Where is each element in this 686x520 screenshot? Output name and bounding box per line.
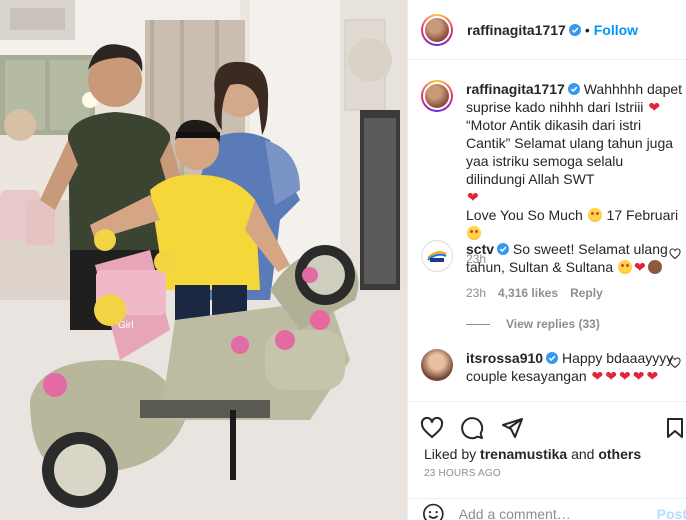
- heart-eyes-emoji-icon: [467, 226, 481, 240]
- share-button[interactable]: [496, 412, 528, 444]
- heart-emoji-icon: ❤: [467, 189, 479, 205]
- comment-time[interactable]: 23h: [466, 286, 486, 300]
- comments-list[interactable]: raffinagita1717 Wahhhhh dapet suprise ka…: [408, 61, 686, 401]
- post-side-panel: raffinagita1717 • Follow raffinagita1717…: [407, 0, 686, 520]
- action-icons: [416, 412, 528, 444]
- caption-username[interactable]: raffinagita1717: [466, 81, 565, 97]
- bookmark-icon: [667, 418, 683, 438]
- comment-like-heart-icon[interactable]: [669, 248, 681, 260]
- heart-emoji-icon: ❤: [632, 368, 645, 384]
- heart-emoji-icon: ❤: [634, 259, 646, 275]
- caption-avatar[interactable]: [421, 80, 453, 112]
- comment-button[interactable]: [456, 412, 488, 444]
- sctv-avatar[interactable]: [421, 240, 453, 272]
- heart-emoji-icon: ❤: [605, 368, 618, 384]
- author-avatar[interactable]: [421, 13, 453, 46]
- comment-meta: 23h 4,316 likes Reply: [466, 286, 683, 300]
- comment-item: sctv So sweet! Selamat ulang tahun, Sult…: [421, 240, 683, 300]
- heart-eyes-emoji-icon: [618, 260, 632, 274]
- comment-item: itsrossa910 Happy bdaaayyyy couple kesay…: [421, 349, 683, 385]
- comment-likes[interactable]: 4,316 likes: [498, 286, 558, 300]
- liked-by-others[interactable]: others: [598, 446, 641, 462]
- follow-button[interactable]: Follow: [594, 22, 638, 38]
- post-photo-image: Girl: [0, 0, 407, 520]
- liked-by-text: Liked by trenamustika and others: [424, 446, 641, 462]
- add-comment-bar: Post: [408, 498, 686, 520]
- reply-button[interactable]: Reply: [570, 286, 603, 300]
- header-separator: •: [584, 21, 590, 38]
- comment-text: sctv So sweet! Selamat ulang tahun, Sult…: [466, 240, 683, 276]
- heart-eyes-emoji-icon: [587, 208, 602, 222]
- view-replies-button[interactable]: View replies (33): [466, 317, 600, 331]
- heart-emoji-icon: ❤: [619, 368, 631, 384]
- liked-by-user[interactable]: trenamustika: [480, 446, 567, 462]
- save-button[interactable]: [659, 412, 686, 444]
- like-button[interactable]: [416, 412, 448, 444]
- post-photo[interactable]: Girl: [0, 0, 407, 520]
- liked-by-and: and: [571, 446, 595, 462]
- heart-emoji-icon: ❤: [646, 368, 659, 384]
- paper-plane-icon: [502, 418, 523, 438]
- post-header: raffinagita1717 • Follow: [408, 0, 686, 60]
- cake-emoji-icon: [647, 260, 662, 274]
- caption-line-4: Love You So Much: [466, 207, 583, 223]
- heart-icon: [420, 416, 444, 438]
- itsrossa-avatar[interactable]: [421, 349, 453, 381]
- sctv-logo-icon: [425, 244, 449, 268]
- heart-emoji-icon: ❤: [648, 99, 661, 115]
- verified-badge-icon: [497, 243, 510, 255]
- comment-input[interactable]: [458, 505, 639, 520]
- post-comment-button[interactable]: Post: [657, 506, 686, 520]
- caption-text: raffinagita1717 Wahhhhh dapet suprise ka…: [466, 80, 683, 242]
- comment-like-heart-icon[interactable]: [669, 357, 681, 369]
- comment-bubble-icon: [461, 417, 484, 440]
- emoji-smiley-icon[interactable]: [422, 502, 445, 520]
- caption: raffinagita1717 Wahhhhh dapet suprise ka…: [421, 80, 683, 266]
- verified-badge-icon: [567, 83, 580, 95]
- comment-username[interactable]: itsrossa910: [466, 350, 543, 366]
- caption-line-5: 17 Februari: [606, 207, 679, 223]
- comment-username[interactable]: sctv: [466, 241, 494, 257]
- view-replies-label: View replies (33): [506, 317, 600, 331]
- verified-badge-icon: [568, 23, 581, 36]
- verified-badge-icon: [546, 352, 559, 364]
- post-actions: Liked by trenamustika and others 23 HOUR…: [408, 401, 686, 520]
- author-username[interactable]: raffinagita1717: [467, 22, 566, 38]
- comment-text: itsrossa910 Happy bdaaayyyy couple kesay…: [466, 349, 683, 385]
- post-timestamp[interactable]: 23 HOURS AGO: [424, 468, 501, 479]
- view-replies-line: [466, 323, 490, 325]
- liked-by-prefix: Liked by: [424, 446, 477, 462]
- heart-emoji-icon: ❤: [591, 368, 604, 384]
